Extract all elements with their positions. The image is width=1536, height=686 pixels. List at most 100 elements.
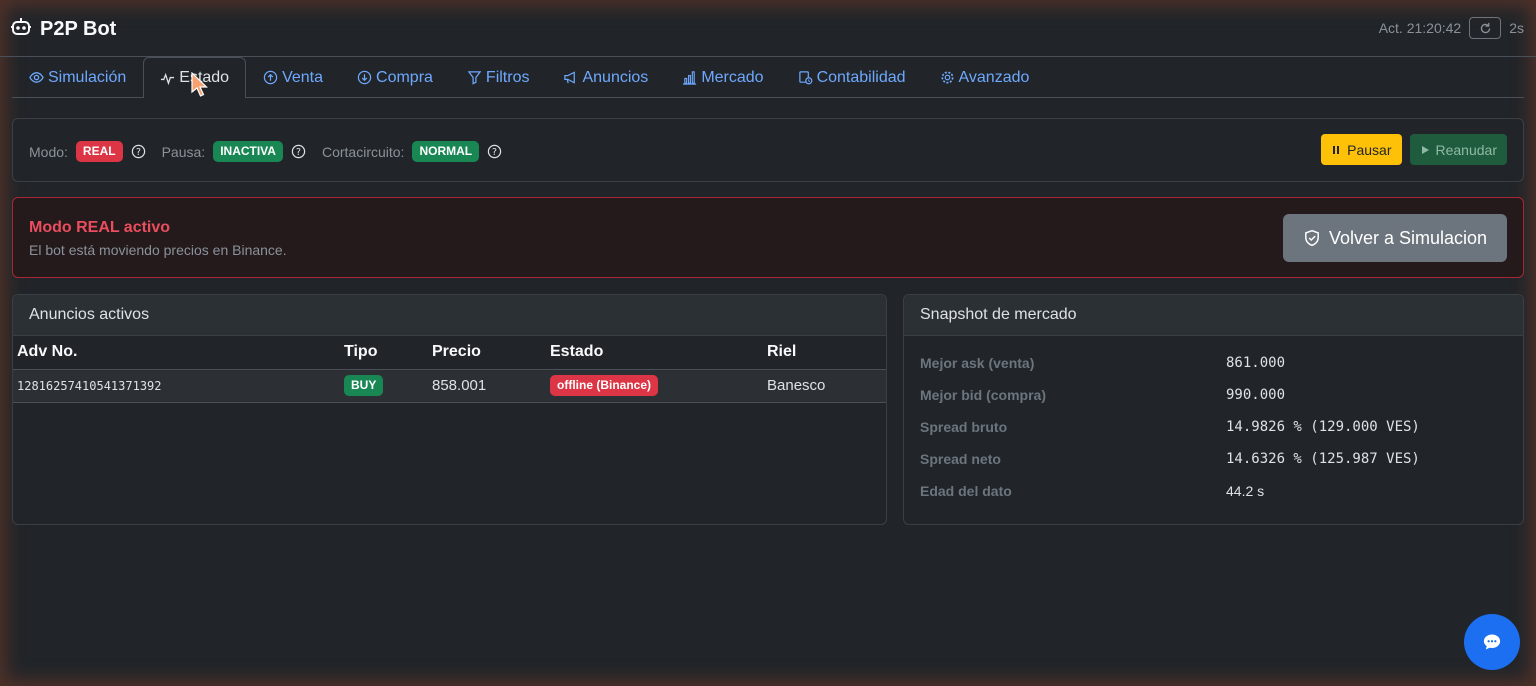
tab-venta[interactable]: Venta (246, 57, 340, 97)
app-window: P2P Bot Act. 21:20:42 2s Simulación Esta… (0, 0, 1536, 686)
market-snapshot-title: Snapshot de mercado (904, 295, 1523, 336)
arrow-up-circle-icon (263, 70, 278, 85)
best-ask-value: 861.000 (1226, 355, 1286, 371)
data-age-value: 44.2 s (1226, 483, 1265, 499)
tab-anuncios[interactable]: Anuncios (546, 57, 665, 97)
eye-icon (29, 72, 44, 83)
refresh-icon (1480, 22, 1490, 33)
gear-icon (941, 71, 954, 84)
tab-compra[interactable]: Compra (340, 57, 450, 97)
active-ads-title: Anuncios activos (13, 295, 886, 336)
robot-icon (10, 16, 32, 43)
table-row: 12816257410541371392 BUY 858.001 offline… (13, 369, 886, 403)
list-item: Mejor ask (venta) 861.000 (920, 347, 1510, 379)
mode-badge: REAL (75, 141, 123, 162)
tab-simulacion[interactable]: Simulación (12, 57, 143, 97)
adv-no-cell: 12816257410541371392 (13, 369, 340, 403)
gross-spread-value: 14.9826 % (129.000 VES) (1226, 419, 1420, 435)
net-spread-label: Spread neto (920, 451, 1001, 467)
mode-help-icon[interactable]: ? (131, 144, 146, 159)
tipo-badge: BUY (344, 375, 384, 396)
back-to-simulation-button[interactable]: Volver a Simulacion (1283, 214, 1507, 262)
col-estado: Estado (546, 336, 763, 370)
tab-contabilidad[interactable]: Contabilidad (781, 57, 923, 97)
tab-label: Contabilidad (816, 68, 906, 86)
table-header-row: Adv No. Tipo Precio Estado Riel (13, 336, 886, 370)
tab-label: Mercado (701, 68, 764, 86)
activity-icon (161, 72, 175, 85)
best-bid-label: Mejor bid (compra) (920, 387, 1047, 403)
gross-spread-label: Spread bruto (920, 419, 1008, 435)
brand: P2P Bot (10, 16, 116, 43)
arrow-down-circle-icon (357, 70, 372, 85)
pause-button-label: Pausar (1347, 141, 1392, 158)
back-to-simulation-label: Volver a Simulacion (1328, 227, 1488, 248)
tab-label: Compra (376, 68, 433, 86)
play-icon (1421, 145, 1429, 154)
tab-mercado[interactable]: Mercado (665, 57, 780, 97)
chat-icon (1483, 634, 1501, 650)
last-update-text: Act. 21:20:42 (1378, 20, 1462, 36)
net-spread-value: 14.6326 % (125.987 VES) (1226, 451, 1420, 467)
tab-filtros[interactable]: Filtros (450, 57, 547, 97)
status-indicators: Modo: REAL ? Pausa: INACTIVA ? Cortacirc… (29, 141, 518, 162)
col-precio: Precio (428, 336, 546, 370)
estado-badge: offline (Binance) (550, 375, 659, 396)
breaker-label: Cortacircuito: (321, 143, 405, 160)
shield-check-icon (1305, 229, 1319, 247)
estado-cell: offline (Binance) (546, 369, 763, 403)
list-item: Spread neto 14.6326 % (125.987 VES) (920, 443, 1510, 475)
market-snapshot-list: Mejor ask (venta) 861.000 Mejor bid (com… (920, 347, 1510, 507)
main-tabs: Simulación Estado Venta Compra Filtros A… (12, 57, 1524, 98)
refresh-interval[interactable]: 2s (1509, 20, 1524, 36)
svg-text:?: ? (492, 147, 497, 158)
bar-chart-icon (683, 71, 697, 85)
breaker-badge: NORMAL (412, 141, 480, 162)
precio-cell: 858.001 (428, 369, 546, 403)
status-actions: Pausar Reanudar (1321, 134, 1507, 165)
mode-label: Modo: (29, 143, 68, 160)
best-bid-value: 990.000 (1226, 387, 1286, 403)
list-item: Spread bruto 14.9826 % (129.000 VES) (920, 411, 1510, 443)
tab-label: Venta (282, 68, 324, 86)
tab-label: Avanzado (958, 68, 1030, 86)
tab-label: Filtros (485, 68, 530, 86)
update-info: Act. 21:20:42 2s (1379, 17, 1524, 39)
col-tipo: Tipo (340, 336, 428, 370)
tab-label: Anuncios (582, 68, 649, 86)
list-item: Edad del dato 44.2 s (920, 475, 1510, 507)
pause-label: Pausa: (161, 143, 206, 160)
filter-icon (467, 71, 482, 85)
resume-button-label: Reanudar (1435, 141, 1498, 158)
alert-title: Modo REAL activo (29, 219, 171, 236)
real-mode-alert: Modo REAL activo El bot está moviendo pr… (12, 197, 1524, 278)
pause-badge: INACTIVA (213, 141, 283, 162)
alert-text: El bot está moviendo precios en Binance. (29, 242, 287, 258)
tab-avanzado[interactable]: Avanzado (923, 57, 1047, 97)
pause-help-icon[interactable]: ? (291, 144, 306, 159)
active-ads-table: Adv No. Tipo Precio Estado Riel 12816257… (13, 336, 886, 403)
megaphone-icon (564, 71, 576, 84)
col-adv-no: Adv No. (13, 336, 340, 370)
svg-text:?: ? (296, 147, 301, 158)
status-card: Modo: REAL ? Pausa: INACTIVA ? Cortacirc… (12, 118, 1524, 182)
active-ads-panel: Anuncios activos Adv No. Tipo Precio Est… (12, 294, 887, 525)
tab-label: Simulación (48, 68, 127, 86)
breaker-help-icon[interactable]: ? (487, 144, 502, 159)
data-age-label: Edad del dato (920, 483, 1012, 499)
list-item: Mejor bid (compra) 990.000 (920, 379, 1510, 411)
best-ask-label: Mejor ask (venta) (920, 355, 1035, 371)
tipo-cell: BUY (340, 369, 428, 403)
refresh-button[interactable] (1469, 17, 1502, 39)
pause-button[interactable]: Pausar (1321, 134, 1402, 165)
pause-icon (1333, 145, 1340, 154)
col-riel: Riel (763, 336, 886, 370)
chat-button[interactable] (1464, 614, 1520, 670)
resume-button[interactable]: Reanudar (1409, 134, 1507, 165)
mouse-cursor-icon (190, 71, 208, 103)
top-bar: P2P Bot Act. 21:20:42 2s (0, 0, 1536, 57)
calculator-icon (798, 71, 812, 85)
market-snapshot-panel: Snapshot de mercado Mejor ask (venta) 86… (903, 294, 1524, 525)
svg-text:?: ? (136, 147, 141, 158)
riel-cell: Banesco (763, 369, 886, 403)
